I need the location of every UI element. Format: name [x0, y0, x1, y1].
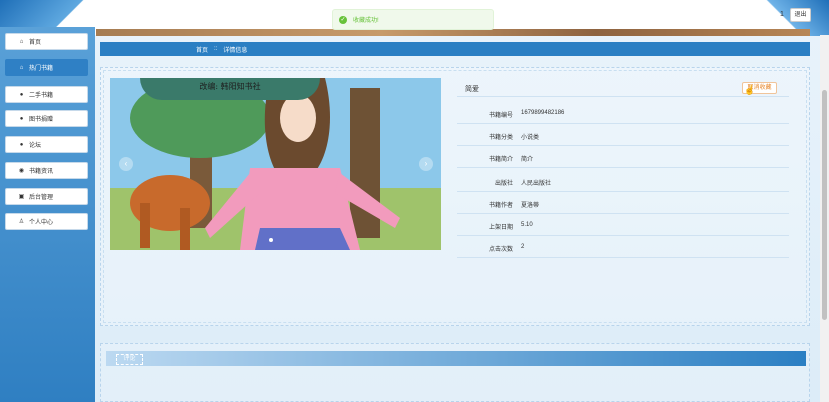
info-label: 书籍编号 [488, 113, 513, 119]
sidebar-item-admin[interactable]: ▣ 后台管理 [5, 188, 88, 205]
book-title: 简爱 [465, 86, 479, 93]
info-value: 1679899482186 [521, 110, 565, 116]
breadcrumb-current: 详情信息 [223, 47, 248, 54]
gift-icon: ● [19, 115, 24, 122]
info-label: 点击次数 [488, 247, 513, 253]
header-decoration-left [0, 0, 120, 30]
header-banner-strip [96, 29, 810, 36]
info-label: 出版社 [494, 181, 513, 187]
sidebar-item-label: 论坛 [29, 143, 42, 149]
home-icon: ⌂ [19, 38, 24, 45]
carousel-dot[interactable] [269, 238, 273, 242]
sidebar-item-news[interactable]: ◉ 书籍资讯 [5, 162, 88, 179]
info-value: 人民出版社 [521, 181, 552, 187]
sidebar-item-home[interactable]: ⌂ 首页 [5, 33, 88, 50]
news-icon: ◉ [18, 168, 25, 174]
sidebar-item-label: 图书捐赠 [29, 117, 54, 123]
success-toast: ✓ 收藏成功! [332, 9, 494, 30]
sidebar-item-donation[interactable]: ● 图书捐赠 [5, 110, 88, 127]
info-row-publisher: 出版社 人民出版社 [457, 170, 789, 192]
sidebar-item-hot-books[interactable]: ⌂ 热门书籍 [5, 59, 88, 76]
book-title-row: 简爱 取消收藏 ☝ [457, 77, 789, 97]
info-value: 2 [521, 244, 525, 250]
book-info: 简爱 取消收藏 ☝ 书籍编号 1679899482186 书籍分类 小说类 书籍… [457, 77, 789, 259]
info-value: 5.10 [521, 222, 533, 228]
sidebar-item-used-books[interactable]: ● 二手书籍 [5, 86, 88, 103]
fire-icon: ⌂ [19, 64, 24, 71]
sidebar-item-label: 二手书籍 [29, 93, 54, 99]
sidebar-item-profile[interactable]: ♙ 个人中心 [5, 213, 88, 230]
sidebar-item-label: 热门书籍 [29, 66, 54, 72]
user-count: 1 [780, 11, 784, 18]
sidebar-item-label: 首页 [29, 40, 42, 46]
admin-icon: ▣ [18, 194, 25, 200]
comment-header-bar [106, 351, 806, 366]
carousel-indicators [269, 238, 273, 242]
info-row-summary: 书籍简介 简介 [457, 146, 789, 168]
info-row-book-id: 书籍编号 1679899482186 [457, 102, 789, 124]
info-row-clicks: 点击次数 2 [457, 236, 789, 258]
breadcrumb-home[interactable]: 首页 [196, 45, 208, 54]
book-cover-illustration [110, 78, 441, 250]
sidebar-item-label: 后台管理 [29, 195, 54, 201]
carousel-caption: 改编: 韩阳知书社 [140, 78, 320, 100]
tab-comments[interactable]: 评论 [116, 354, 143, 365]
book-icon: ● [19, 91, 24, 98]
logout-button[interactable]: 退出 [790, 8, 811, 22]
info-row-category: 书籍分类 小说类 [457, 124, 789, 146]
info-row-shelf-date: 上架日期 5.10 [457, 214, 789, 236]
pointer-cursor-icon: ☝ [744, 85, 756, 95]
toast-message: 收藏成功! [353, 18, 379, 24]
book-carousel[interactable]: 改编: 韩阳知书社 ‹ › [110, 78, 441, 250]
forum-icon: ● [19, 141, 24, 148]
info-row-author: 书籍作者 夏洛蒂 [457, 192, 789, 214]
user-icon: ♙ [18, 219, 25, 225]
info-label: 上架日期 [488, 225, 513, 231]
carousel-prev-button[interactable]: ‹ [119, 157, 133, 171]
carousel-next-button[interactable]: › [419, 157, 433, 171]
sidebar-item-label: 书籍资讯 [29, 169, 54, 175]
sidebar-item-forum[interactable]: ● 论坛 [5, 136, 88, 153]
sidebar-item-label: 个人中心 [29, 220, 54, 226]
scrollbar-thumb[interactable] [822, 90, 827, 320]
info-label: 书籍分类 [488, 135, 513, 141]
info-value: 小说类 [521, 135, 540, 141]
info-label: 书籍简介 [488, 157, 513, 163]
check-icon: ✓ [339, 15, 347, 24]
breadcrumb-separator: :: [214, 46, 218, 52]
info-value: 简介 [521, 157, 534, 163]
info-label: 书籍作者 [488, 203, 513, 209]
breadcrumb: 首页 :: 详情信息 [100, 42, 810, 56]
info-value: 夏洛蒂 [521, 203, 540, 209]
